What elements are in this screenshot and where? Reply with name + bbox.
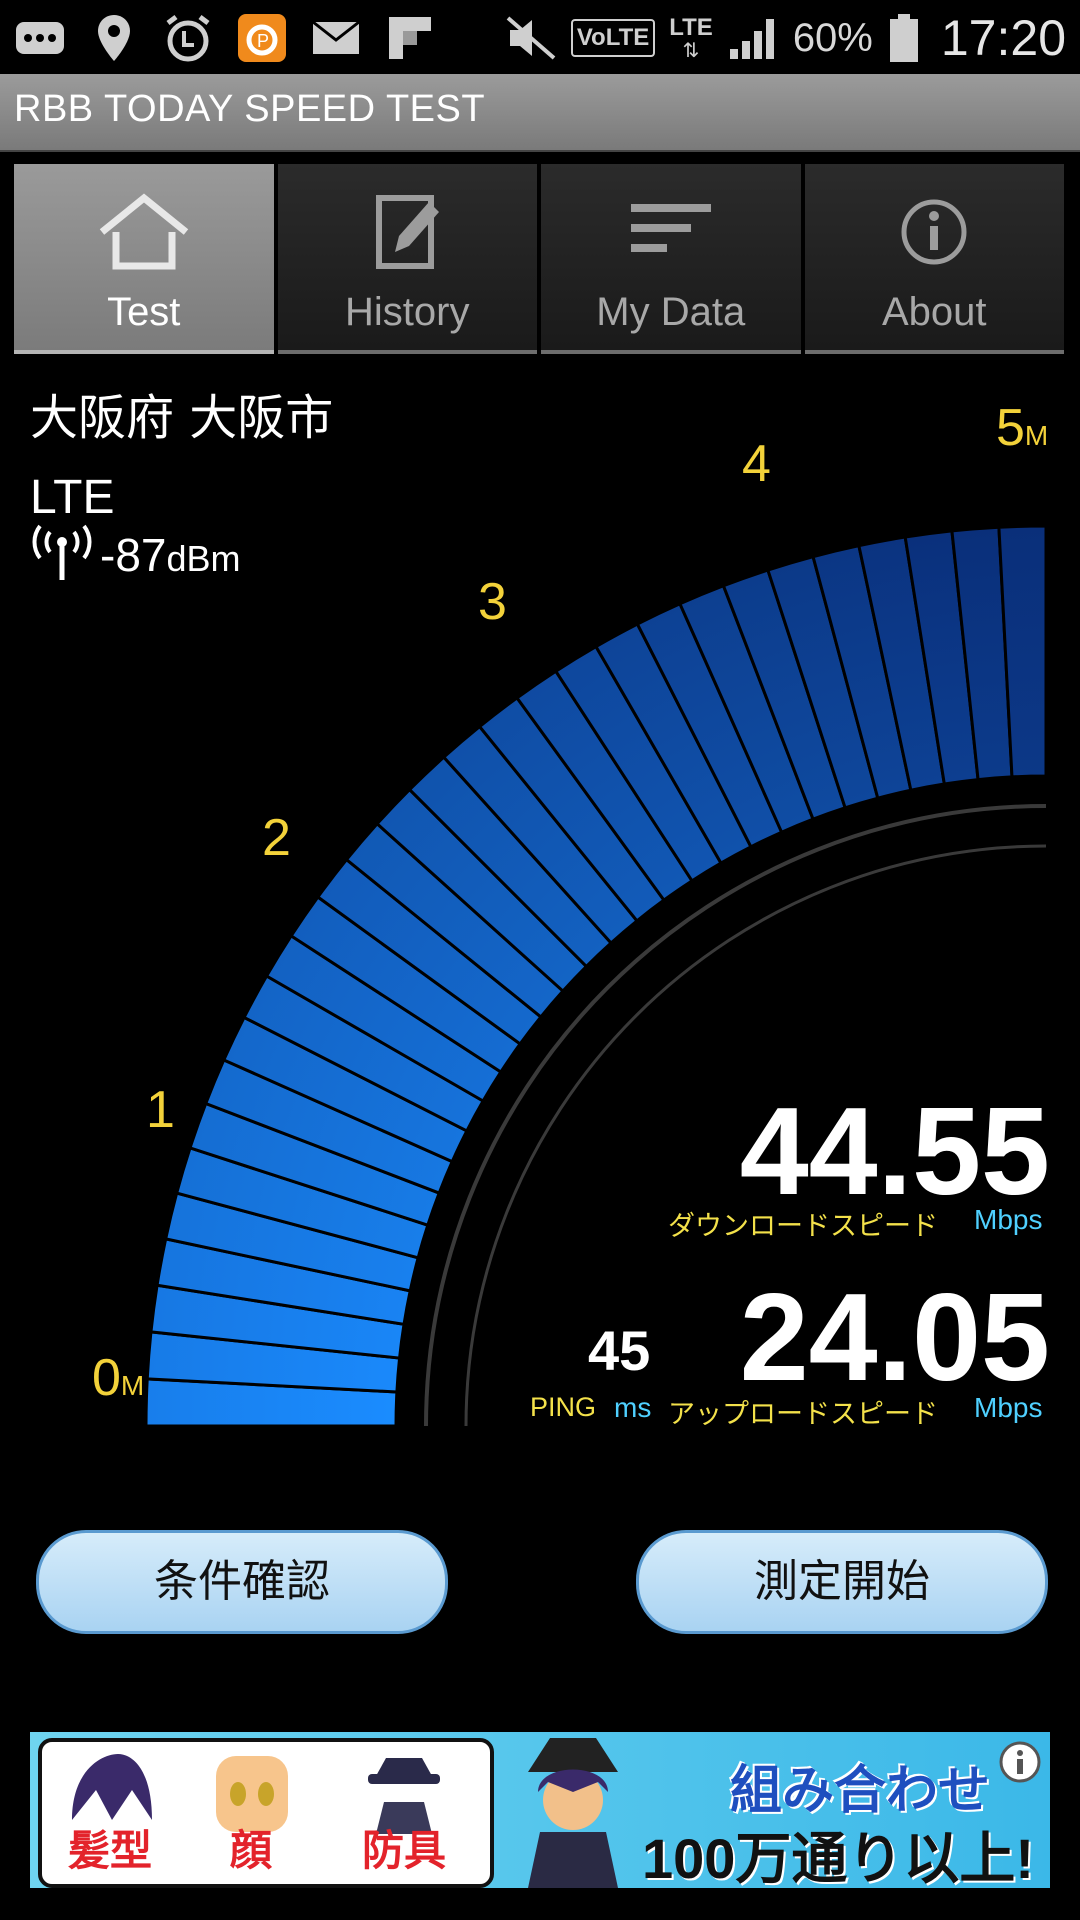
download-speed-unit: Mbps [974,1204,1043,1235]
tab-test[interactable]: Test [14,164,274,354]
battery-icon [887,12,921,64]
tab-about[interactable]: About [804,164,1064,354]
system-icons: VoLTE LTE ⇅ 60% 17:20 [505,8,1066,68]
svg-text:P: P [257,31,269,51]
ad-character-panel: 髪型 顔 防具 [38,1738,494,1888]
ad-subheadline: 100万通り以上! [642,1827,1035,1888]
download-speed-label: ダウンロードスピード [668,1211,938,1242]
tab-label: Test [107,290,181,334]
connection-info: 大阪府 大阪市 LTE -87dBm [30,378,334,581]
ping-value: 45 [588,1319,651,1382]
ad-word-hair: 髪型 [68,1826,153,1875]
signal-value: -87dBm [100,529,241,581]
info-icon [901,199,967,265]
lte-icon: LTE ⇅ [669,14,713,62]
ad-headline: 組み合わせ [730,1761,991,1821]
mail-icon [310,12,362,64]
ping-unit: ms [614,1392,652,1423]
gauge-label-1: 1 [146,1081,175,1139]
gauge-label-3: 3 [478,573,507,631]
ad-banner[interactable]: 髪型 顔 防具 組み合わせ 100万通り以上! [30,1732,1050,1888]
tab-bar: Test History My Data About [14,164,1064,354]
download-speed-value: 44.55 [739,1083,1050,1221]
gauge-label-5: 5M [996,399,1049,457]
more-icon [14,12,66,64]
battery-percent: 60% [792,15,873,60]
antenna-icon [32,524,92,580]
upload-speed-unit: Mbps [974,1392,1043,1423]
flipboard-icon [384,12,436,64]
signal-unit: dBm [166,538,241,579]
start-test-button[interactable]: 測定開始 [636,1530,1048,1634]
app-title: RBB TODAY SPEED TEST [14,88,486,130]
home-icon [99,193,188,270]
network-type: LTE [30,471,115,524]
ad-word-armor: 防具 [362,1826,447,1875]
tab-label: History [345,290,470,334]
upload-speed-value: 24.05 [739,1269,1050,1407]
signal-strength: -87dBm [30,522,241,582]
alarm-icon [162,12,214,64]
check-conditions-button[interactable]: 条件確認 [36,1530,448,1634]
notification-icons: P [14,10,436,66]
gauge-label-4: 4 [742,435,771,493]
ad-info-icon[interactable] [998,1740,1042,1784]
location-pin-icon [88,12,140,64]
tab-history[interactable]: History [277,164,537,354]
location-text: 大阪府 大阪市 [30,390,334,446]
volte-icon: VoLTE [570,19,656,57]
edit-icon [376,195,440,269]
gauge-label-2: 2 [262,809,291,867]
list-icon [630,204,711,252]
tab-label: About [881,290,987,334]
status-bar: P VoLTE LTE ⇅ 60% 17:20 [0,0,1080,74]
signal-bars-icon [727,12,779,64]
mute-icon [505,12,557,64]
lte-label: LTE [669,14,713,41]
tab-label: My Data [596,290,746,334]
ping-label: PING [530,1392,597,1422]
tab-my-data[interactable]: My Data [541,164,801,354]
app-icon: P [236,12,288,64]
clock: 17:20 [940,10,1066,66]
upload-speed-label: アップロードスピード [668,1399,938,1430]
data-arrows-icon: ⇅ [682,38,700,62]
ad-character-icon [528,1738,618,1888]
title-bar: RBB TODAY SPEED TEST [0,74,1080,152]
gauge-label-0: 0M [92,1349,145,1407]
ad-word-face: 顔 [230,1826,273,1875]
